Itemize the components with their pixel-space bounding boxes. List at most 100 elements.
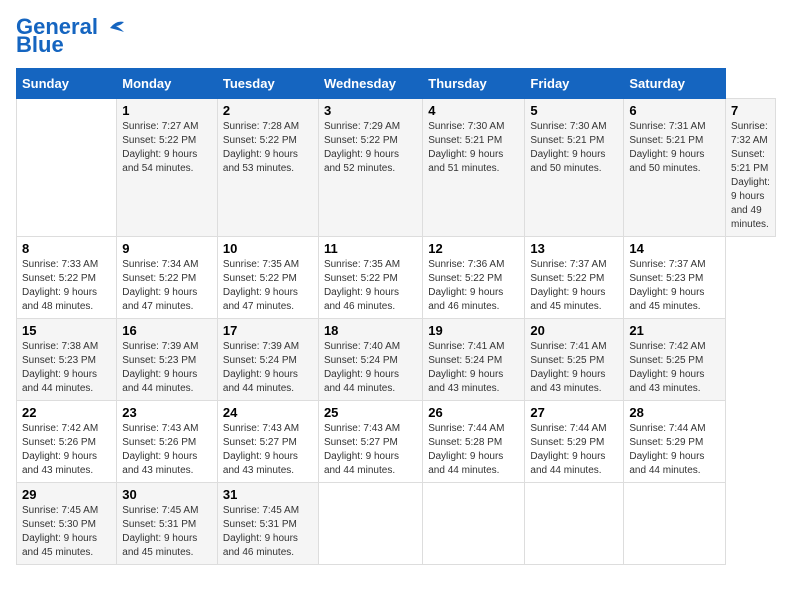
day-cell-16: 16 Sunrise: 7:39 AMSunset: 5:23 PMDaylig… [117, 319, 218, 401]
day-number: 19 [428, 323, 519, 338]
day-info: Sunrise: 7:44 AMSunset: 5:28 PMDaylight:… [428, 423, 504, 476]
day-cell-9: 9 Sunrise: 7:34 AMSunset: 5:22 PMDayligh… [117, 237, 218, 319]
day-cell-4: 4 Sunrise: 7:30 AMSunset: 5:21 PMDayligh… [423, 99, 525, 237]
day-cell-15: 15 Sunrise: 7:38 AMSunset: 5:23 PMDaylig… [17, 319, 117, 401]
day-number: 29 [22, 487, 111, 502]
day-info: Sunrise: 7:44 AMSunset: 5:29 PMDaylight:… [530, 423, 606, 476]
day-info: Sunrise: 7:35 AMSunset: 5:22 PMDaylight:… [324, 259, 400, 312]
day-info: Sunrise: 7:39 AMSunset: 5:23 PMDaylight:… [122, 341, 198, 394]
day-info: Sunrise: 7:42 AMSunset: 5:25 PMDaylight:… [629, 341, 705, 394]
day-cell-13: 13 Sunrise: 7:37 AMSunset: 5:22 PMDaylig… [525, 237, 624, 319]
day-info: Sunrise: 7:45 AMSunset: 5:31 PMDaylight:… [122, 505, 198, 558]
day-cell-12: 12 Sunrise: 7:36 AMSunset: 5:22 PMDaylig… [423, 237, 525, 319]
day-cell-22: 22 Sunrise: 7:42 AMSunset: 5:26 PMDaylig… [17, 401, 117, 483]
day-number: 14 [629, 241, 720, 256]
day-info: Sunrise: 7:30 AMSunset: 5:21 PMDaylight:… [428, 121, 504, 174]
day-number: 27 [530, 405, 618, 420]
day-number: 13 [530, 241, 618, 256]
logo-bird-icon [102, 18, 130, 36]
week-row-3: 15 Sunrise: 7:38 AMSunset: 5:23 PMDaylig… [17, 319, 776, 401]
day-number: 20 [530, 323, 618, 338]
day-cell-11: 11 Sunrise: 7:35 AMSunset: 5:22 PMDaylig… [318, 237, 422, 319]
day-number: 22 [22, 405, 111, 420]
day-info: Sunrise: 7:41 AMSunset: 5:24 PMDaylight:… [428, 341, 504, 394]
day-cell-28: 28 Sunrise: 7:44 AMSunset: 5:29 PMDaylig… [624, 401, 726, 483]
day-header-saturday: Saturday [624, 69, 726, 99]
day-cell-7: 7 Sunrise: 7:32 AMSunset: 5:21 PMDayligh… [726, 99, 776, 237]
day-info: Sunrise: 7:34 AMSunset: 5:22 PMDaylight:… [122, 259, 198, 312]
day-cell-10: 10 Sunrise: 7:35 AMSunset: 5:22 PMDaylig… [217, 237, 318, 319]
day-header-friday: Friday [525, 69, 624, 99]
calendar-table: SundayMondayTuesdayWednesdayThursdayFrid… [16, 68, 776, 565]
empty-cell [525, 483, 624, 565]
day-cell-3: 3 Sunrise: 7:29 AMSunset: 5:22 PMDayligh… [318, 99, 422, 237]
day-number: 17 [223, 323, 313, 338]
day-header-thursday: Thursday [423, 69, 525, 99]
week-row-1: 1 Sunrise: 7:27 AMSunset: 5:22 PMDayligh… [17, 99, 776, 237]
day-number: 4 [428, 103, 519, 118]
day-info: Sunrise: 7:35 AMSunset: 5:22 PMDaylight:… [223, 259, 299, 312]
header-row: SundayMondayTuesdayWednesdayThursdayFrid… [17, 69, 776, 99]
day-cell-1: 1 Sunrise: 7:27 AMSunset: 5:22 PMDayligh… [117, 99, 218, 237]
day-number: 30 [122, 487, 212, 502]
day-number: 11 [324, 241, 417, 256]
empty-cell [17, 99, 117, 237]
empty-cell [423, 483, 525, 565]
day-number: 31 [223, 487, 313, 502]
day-number: 3 [324, 103, 417, 118]
day-number: 26 [428, 405, 519, 420]
day-info: Sunrise: 7:37 AMSunset: 5:23 PMDaylight:… [629, 259, 705, 312]
day-cell-18: 18 Sunrise: 7:40 AMSunset: 5:24 PMDaylig… [318, 319, 422, 401]
day-cell-6: 6 Sunrise: 7:31 AMSunset: 5:21 PMDayligh… [624, 99, 726, 237]
week-row-5: 29 Sunrise: 7:45 AMSunset: 5:30 PMDaylig… [17, 483, 776, 565]
day-info: Sunrise: 7:27 AMSunset: 5:22 PMDaylight:… [122, 121, 198, 174]
day-info: Sunrise: 7:44 AMSunset: 5:29 PMDaylight:… [629, 423, 705, 476]
day-cell-26: 26 Sunrise: 7:44 AMSunset: 5:28 PMDaylig… [423, 401, 525, 483]
empty-cell [624, 483, 726, 565]
day-number: 2 [223, 103, 313, 118]
day-cell-14: 14 Sunrise: 7:37 AMSunset: 5:23 PMDaylig… [624, 237, 726, 319]
day-number: 6 [629, 103, 720, 118]
day-number: 24 [223, 405, 313, 420]
day-cell-24: 24 Sunrise: 7:43 AMSunset: 5:27 PMDaylig… [217, 401, 318, 483]
day-info: Sunrise: 7:38 AMSunset: 5:23 PMDaylight:… [22, 341, 98, 394]
day-cell-20: 20 Sunrise: 7:41 AMSunset: 5:25 PMDaylig… [525, 319, 624, 401]
day-number: 7 [731, 103, 770, 118]
day-info: Sunrise: 7:45 AMSunset: 5:31 PMDaylight:… [223, 505, 299, 558]
day-info: Sunrise: 7:32 AMSunset: 5:21 PMDaylight:… [731, 121, 770, 230]
day-number: 23 [122, 405, 212, 420]
day-info: Sunrise: 7:37 AMSunset: 5:22 PMDaylight:… [530, 259, 606, 312]
day-info: Sunrise: 7:43 AMSunset: 5:27 PMDaylight:… [223, 423, 299, 476]
day-number: 1 [122, 103, 212, 118]
day-cell-5: 5 Sunrise: 7:30 AMSunset: 5:21 PMDayligh… [525, 99, 624, 237]
day-info: Sunrise: 7:30 AMSunset: 5:21 PMDaylight:… [530, 121, 606, 174]
day-info: Sunrise: 7:40 AMSunset: 5:24 PMDaylight:… [324, 341, 400, 394]
day-cell-21: 21 Sunrise: 7:42 AMSunset: 5:25 PMDaylig… [624, 319, 726, 401]
day-number: 5 [530, 103, 618, 118]
day-info: Sunrise: 7:39 AMSunset: 5:24 PMDaylight:… [223, 341, 299, 394]
day-cell-17: 17 Sunrise: 7:39 AMSunset: 5:24 PMDaylig… [217, 319, 318, 401]
week-row-2: 8 Sunrise: 7:33 AMSunset: 5:22 PMDayligh… [17, 237, 776, 319]
day-header-monday: Monday [117, 69, 218, 99]
logo-blue: Blue [16, 34, 64, 56]
day-cell-23: 23 Sunrise: 7:43 AMSunset: 5:26 PMDaylig… [117, 401, 218, 483]
day-cell-19: 19 Sunrise: 7:41 AMSunset: 5:24 PMDaylig… [423, 319, 525, 401]
day-number: 18 [324, 323, 417, 338]
day-number: 28 [629, 405, 720, 420]
day-cell-8: 8 Sunrise: 7:33 AMSunset: 5:22 PMDayligh… [17, 237, 117, 319]
day-header-sunday: Sunday [17, 69, 117, 99]
day-header-wednesday: Wednesday [318, 69, 422, 99]
day-cell-30: 30 Sunrise: 7:45 AMSunset: 5:31 PMDaylig… [117, 483, 218, 565]
day-number: 21 [629, 323, 720, 338]
day-info: Sunrise: 7:31 AMSunset: 5:21 PMDaylight:… [629, 121, 705, 174]
day-cell-31: 31 Sunrise: 7:45 AMSunset: 5:31 PMDaylig… [217, 483, 318, 565]
day-number: 25 [324, 405, 417, 420]
day-number: 10 [223, 241, 313, 256]
day-number: 9 [122, 241, 212, 256]
day-cell-2: 2 Sunrise: 7:28 AMSunset: 5:22 PMDayligh… [217, 99, 318, 237]
day-header-tuesday: Tuesday [217, 69, 318, 99]
day-info: Sunrise: 7:36 AMSunset: 5:22 PMDaylight:… [428, 259, 504, 312]
day-info: Sunrise: 7:43 AMSunset: 5:27 PMDaylight:… [324, 423, 400, 476]
day-cell-29: 29 Sunrise: 7:45 AMSunset: 5:30 PMDaylig… [17, 483, 117, 565]
day-info: Sunrise: 7:42 AMSunset: 5:26 PMDaylight:… [22, 423, 98, 476]
